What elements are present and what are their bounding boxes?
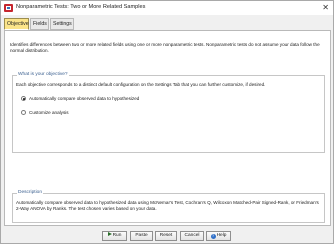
radio-automatic-compare-label: Automatically compare observed data to h… [29,96,140,101]
paste-button[interactable]: Paste [130,231,153,241]
button-bar: Run Paste Reset Cancel ? Help [1,231,333,243]
radio-button-selected[interactable] [21,96,26,101]
objective-group: What is your objective? Each objective c… [12,72,325,153]
radio-customize-analysis-label: Customize analysis [29,110,69,115]
paste-button-label: Paste [135,233,148,238]
window-title: Nonparametric Tests: Two or More Related… [16,4,146,10]
radio-automatic-compare[interactable]: Automatically compare observed data to h… [21,95,139,102]
reset-button[interactable]: Reset [155,231,177,241]
cancel-button-label: Cancel [184,233,200,238]
run-button[interactable]: Run [102,231,127,241]
help-icon: ? [210,233,216,239]
close-icon[interactable]: ✕ [322,2,329,13]
spss-dialog-icon [4,4,13,12]
radio-button-unselected[interactable] [21,110,26,115]
cancel-button[interactable]: Cancel [180,231,204,241]
description-group: Description Automatically compare observ… [12,190,325,223]
description-group-legend: Description [17,190,43,195]
tab-objective[interactable]: Objective [4,18,29,30]
run-button-label: Run [112,233,122,238]
tab-strip: Objective Fields Settings [4,18,334,30]
objective-group-legend: What is your objective? [17,72,69,77]
description-text: Automatically compare observed data to h… [16,200,319,212]
reset-button-label: Reset [159,233,173,238]
tab-fields[interactable]: Fields [30,18,49,30]
title-bar[interactable]: Nonparametric Tests: Two or More Related… [1,1,333,15]
help-button-label: Help [216,233,227,238]
dialog-window: Nonparametric Tests: Two or More Related… [0,0,334,244]
help-button[interactable]: ? Help [206,231,231,241]
run-play-icon [107,232,112,237]
tab-settings[interactable]: Settings [50,18,74,30]
intro-text: Identifies differences between two or mo… [10,42,320,54]
radio-customize-analysis[interactable]: Customize analysis [21,109,69,116]
objective-group-description: Each objective corresponds to a distinct… [16,82,266,87]
objective-panel: Identifies differences between two or mo… [4,30,331,226]
